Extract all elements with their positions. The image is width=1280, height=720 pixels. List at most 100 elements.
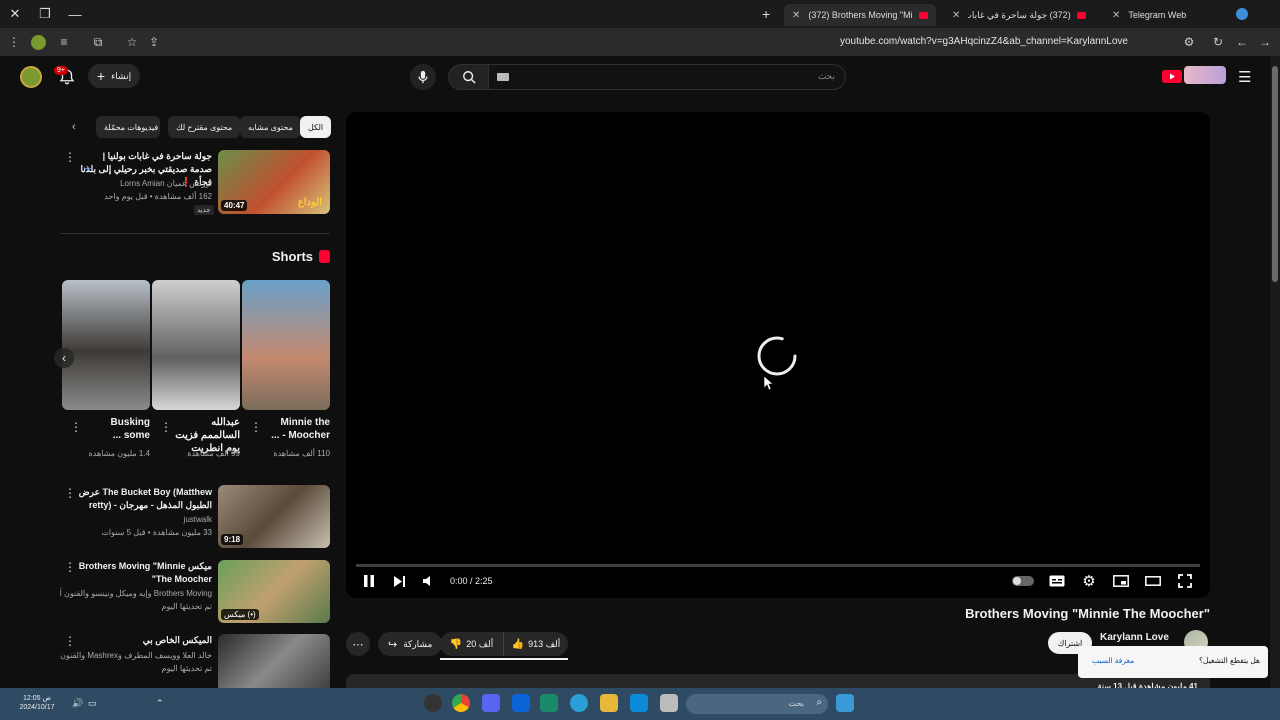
- video-title[interactable]: The Bucket Boy (Matthew عرض الطبول المذه…: [74, 486, 212, 512]
- task-view-taskbar-icon[interactable]: [660, 694, 678, 712]
- channel-name[interactable]: لورنس عميان Lorns Amian: [80, 178, 212, 190]
- related-video-item[interactable]: الوداع 40:47 جولة ساحرة في غابات بولنيا …: [60, 148, 330, 218]
- short-title[interactable]: Minnie the Moocher - ...: [264, 416, 330, 442]
- back-icon[interactable]: →: [1257, 34, 1273, 50]
- new-tab-button[interactable]: +: [762, 6, 770, 22]
- widgets-taskbar-icon[interactable]: [836, 694, 854, 712]
- account-avatar[interactable]: [20, 66, 42, 88]
- dislike-button[interactable]: 👎 20 ألف: [440, 632, 504, 656]
- short-views: 59 ألف مشاهدة: [187, 449, 240, 458]
- pause-icon: [364, 575, 374, 587]
- site-settings-icon[interactable]: ⚙: [1181, 34, 1197, 50]
- share-button[interactable]: ↪ مشاركة: [378, 632, 443, 656]
- theater-mode-button[interactable]: [1144, 572, 1162, 590]
- hamburger-menu-icon[interactable]: ☰: [1238, 68, 1251, 86]
- mix-title[interactable]: ميكس Brothers Moving "Minnie "The Mooche…: [74, 560, 212, 586]
- short-thumbnail[interactable]: [242, 280, 330, 410]
- extensions-icon[interactable]: ⧉: [90, 34, 106, 50]
- settings-gear-icon[interactable]: ⚙: [1080, 572, 1098, 590]
- app-taskbar-icon[interactable]: [540, 694, 558, 712]
- bookmark-star-icon[interactable]: ☆: [124, 34, 140, 50]
- voice-search-button[interactable]: [410, 64, 436, 90]
- short-thumbnail[interactable]: [62, 280, 150, 410]
- outlook-taskbar-icon[interactable]: [512, 694, 530, 712]
- more-actions-icon[interactable]: ⋮: [64, 486, 76, 500]
- youtube-doodle-logo[interactable]: [1184, 66, 1226, 84]
- mix-playlist-item[interactable]: ميكس (•) ميكس Brothers Moving "Minnie "T…: [60, 558, 330, 624]
- chip-related[interactable]: محتوى مشابه: [240, 116, 301, 138]
- more-actions-button[interactable]: ⋯: [346, 632, 370, 656]
- scrollbar-thumb[interactable]: [1272, 66, 1278, 282]
- more-actions-icon[interactable]: ⋮: [250, 420, 262, 434]
- more-actions-icon[interactable]: ⋮: [64, 150, 76, 164]
- shorts-heading: Shorts: [271, 249, 313, 264]
- share-page-icon[interactable]: ⇪: [146, 34, 162, 50]
- more-actions-icon[interactable]: ⋮: [64, 560, 76, 574]
- url-text[interactable]: youtube.com/watch?v=g3AHqcinzZ4&ab_chann…: [840, 36, 1128, 47]
- discord-taskbar-icon[interactable]: [482, 694, 500, 712]
- mix-thumbnail[interactable]: ميكس (•): [218, 560, 330, 623]
- related-video-item[interactable]: 9:18 The Bucket Boy (Matthew عرض الطبول …: [60, 484, 330, 550]
- profile-avatar-icon[interactable]: [31, 35, 46, 50]
- store-taskbar-icon[interactable]: [630, 694, 648, 712]
- close-tab-icon[interactable]: ✕: [952, 10, 960, 21]
- mix-playlist-item[interactable]: الميكس الخاص بي خالد العلا وويسف المطرف …: [60, 632, 330, 688]
- channel-name[interactable]: justwalk: [74, 514, 212, 526]
- chip-recommended[interactable]: محتوى مقترح لك: [168, 116, 241, 138]
- minimize-window-icon[interactable]: —: [60, 0, 90, 28]
- search-icon: ⌕: [816, 697, 822, 708]
- close-tab-icon[interactable]: ✕: [792, 10, 800, 21]
- tab-brothers-moving[interactable]: ✕ (372) Brothers Moving "Minnie: [784, 4, 936, 26]
- close-tab-icon[interactable]: ✕: [1112, 10, 1120, 21]
- mix-title[interactable]: الميكس الخاص بي: [74, 634, 212, 647]
- file-explorer-taskbar-icon[interactable]: [600, 694, 618, 712]
- page-scrollbar[interactable]: [1270, 56, 1280, 688]
- video-thumbnail[interactable]: الوداع 40:47: [218, 150, 330, 214]
- more-actions-icon[interactable]: ⋮: [64, 634, 76, 648]
- tab-telegram[interactable]: ✕ Telegram Web: [1104, 4, 1234, 26]
- telegram-extension-icon[interactable]: [1236, 8, 1248, 20]
- taskbar-search-input[interactable]: بحث ⌕: [686, 694, 828, 714]
- tray-overflow-icon[interactable]: ⌃: [156, 698, 164, 709]
- pause-button[interactable]: [360, 572, 378, 590]
- steam-taskbar-icon[interactable]: [424, 694, 442, 712]
- chip-all[interactable]: الكل: [300, 116, 332, 138]
- miniplayer-button[interactable]: [1112, 572, 1130, 590]
- mix-thumbnail[interactable]: [218, 634, 330, 688]
- shorts-scroll-left-icon[interactable]: ‹: [54, 348, 74, 368]
- fullscreen-button[interactable]: [1176, 572, 1194, 590]
- edge-taskbar-icon[interactable]: [570, 694, 588, 712]
- youtube-logo-icon[interactable]: [1162, 70, 1182, 83]
- network-tray-icon[interactable]: ▭: [88, 698, 97, 709]
- short-title[interactable]: Busking some ...: [82, 416, 150, 442]
- more-actions-icon[interactable]: ⋮: [160, 420, 172, 434]
- volume-button[interactable]: [420, 572, 438, 590]
- next-video-button[interactable]: [390, 572, 408, 590]
- reload-icon[interactable]: ↻: [1210, 34, 1226, 50]
- like-button[interactable]: 👍 913 ألف: [504, 632, 568, 656]
- close-window-icon[interactable]: ✕: [0, 0, 30, 28]
- taskbar-clock[interactable]: 12:05 ص 2024/10/17: [4, 694, 70, 712]
- plus-icon: +: [96, 68, 106, 84]
- chip-downloaded[interactable]: فيديوهات محمّلة: [96, 116, 160, 138]
- learn-why-link[interactable]: معرفة السبب: [1092, 656, 1134, 665]
- short-thumbnail[interactable]: [152, 280, 240, 410]
- autoplay-toggle[interactable]: [1012, 576, 1034, 586]
- video-thumbnail[interactable]: 9:18: [218, 485, 330, 548]
- reading-list-icon[interactable]: ≡: [56, 34, 72, 50]
- chrome-taskbar-icon[interactable]: [452, 694, 470, 712]
- keyboard-icon[interactable]: [497, 73, 509, 81]
- video-progress-bar[interactable]: [356, 564, 1200, 567]
- forward-icon[interactable]: ←: [1234, 34, 1250, 50]
- chips-scroll-left-icon[interactable]: ‹: [72, 121, 76, 133]
- channel-name[interactable]: Karylann Love: [1100, 632, 1169, 643]
- tab-poland-video[interactable]: ✕ (372) جولة ساحرة في غابات بولند: [944, 4, 1094, 26]
- search-button[interactable]: [448, 64, 490, 90]
- volume-tray-icon[interactable]: 🔊: [72, 698, 83, 709]
- search-input[interactable]: بحث: [488, 64, 846, 90]
- more-actions-icon[interactable]: ⋮: [70, 420, 82, 434]
- subtitles-button[interactable]: [1048, 572, 1066, 590]
- create-button[interactable]: + إنشاء: [88, 64, 140, 88]
- menu-dots-icon[interactable]: ⋮: [6, 34, 22, 50]
- restore-window-icon[interactable]: ❐: [30, 0, 60, 28]
